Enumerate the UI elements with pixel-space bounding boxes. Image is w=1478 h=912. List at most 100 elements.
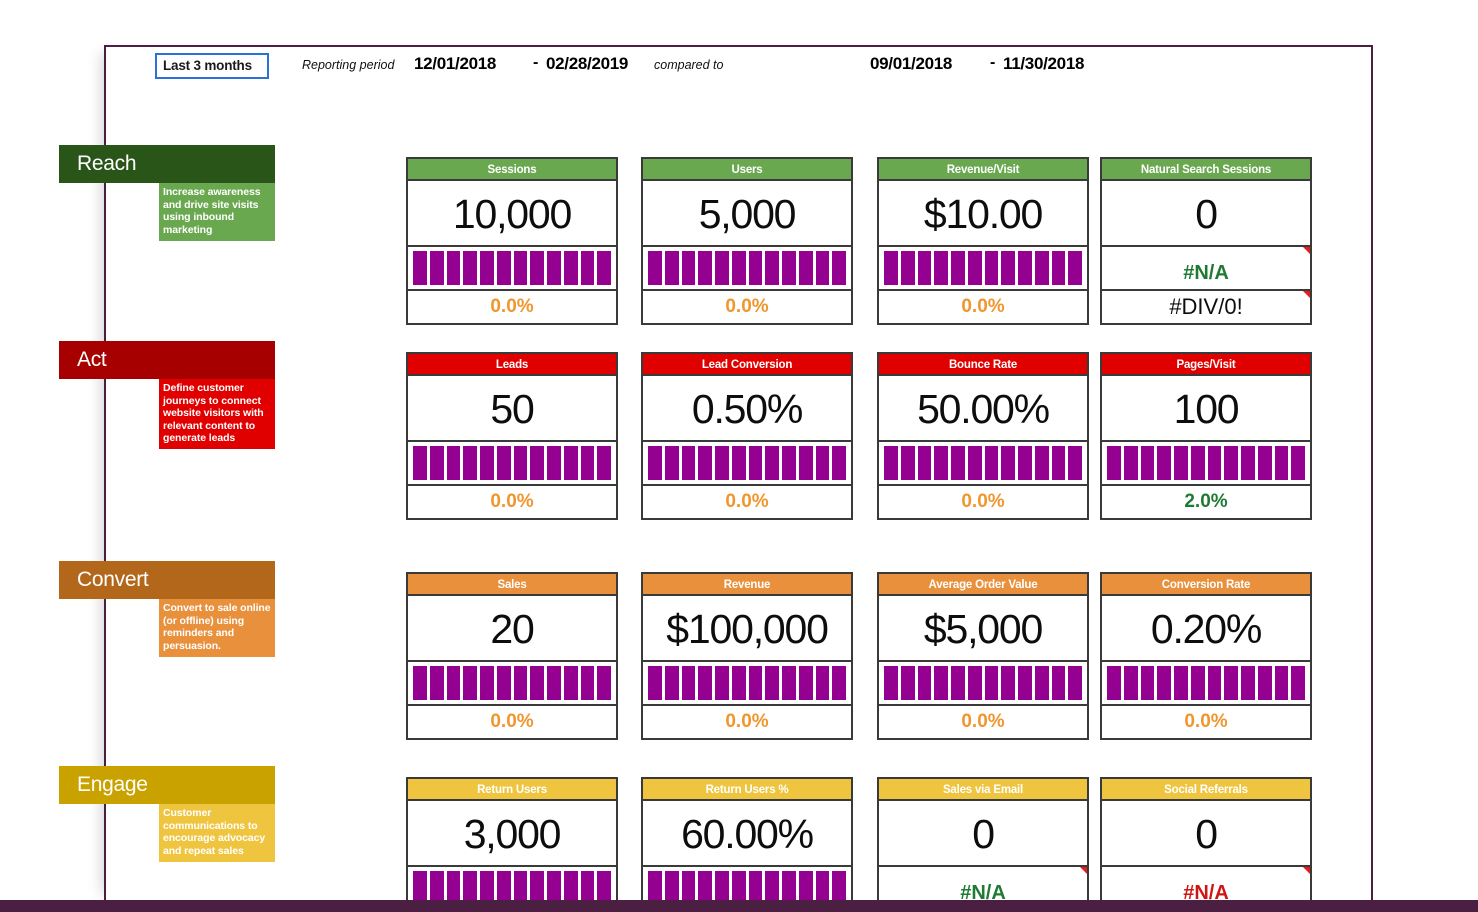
kpi-card-value: $5,000	[879, 596, 1087, 662]
sparkline-bar	[1123, 446, 1138, 480]
sparkline-bar	[934, 666, 948, 700]
kpi-card-value: $100,000	[643, 596, 851, 662]
sparkline-bar	[951, 666, 965, 700]
sparkline-bar	[1174, 446, 1188, 480]
section-title-engage: Engage	[59, 766, 275, 804]
kpi-card-title: Social Referrals	[1102, 779, 1310, 801]
sparkline-bar	[463, 251, 477, 285]
sparkline-bar	[580, 666, 595, 700]
sparkline-bar	[1001, 666, 1015, 700]
kpi-card-value: 5,000	[643, 181, 851, 247]
sparkline-bar	[664, 666, 679, 700]
kpi-card[interactable]: Revenue $100,000 0.0%	[641, 572, 853, 740]
sparkline-bar	[513, 446, 528, 480]
sparkline-bar	[765, 666, 779, 700]
sparkline-bar	[446, 446, 461, 480]
sparkline-bar	[951, 446, 965, 480]
kpi-card[interactable]: Sales 20 0.0%	[406, 572, 618, 740]
kpi-sparkline	[643, 247, 851, 291]
kpi-card[interactable]: Average Order Value $5,000 0.0%	[877, 572, 1089, 740]
sparkline-bar	[530, 251, 544, 285]
kpi-sparkline	[879, 662, 1087, 706]
sparkline-bar	[547, 446, 561, 480]
kpi-card[interactable]: Bounce Rate 50.00% 0.0%	[877, 352, 1089, 520]
sparkline-bar	[496, 446, 511, 480]
sparkline-bar	[563, 251, 578, 285]
sparkline-bar	[1291, 666, 1305, 700]
kpi-card-title: Sessions	[408, 159, 616, 181]
sparkline-bar	[967, 446, 982, 480]
kpi-card-title: Revenue	[643, 574, 851, 596]
kpi-sparkline	[1102, 662, 1310, 706]
sparkline-bar	[832, 251, 846, 285]
kpi-card-title: Sales via Email	[879, 779, 1087, 801]
sparkline-bar	[782, 446, 796, 480]
kpi-card[interactable]: Lead Conversion 0.50% 0.0%	[641, 352, 853, 520]
sparkline-bar	[815, 446, 830, 480]
kpi-card-value: 10,000	[408, 181, 616, 247]
kpi-card[interactable]: Users 5,000 0.0%	[641, 157, 853, 325]
sparkline-bar	[530, 666, 544, 700]
kpi-card-title: Lead Conversion	[643, 354, 851, 376]
kpi-card-value: 0	[1102, 181, 1310, 247]
kpi-change-value: 0.0%	[490, 491, 534, 512]
kpi-card[interactable]: Pages/Visit 100 2.0%	[1100, 352, 1312, 520]
sparkline-bar	[648, 666, 662, 700]
error-marker-icon	[1303, 247, 1310, 254]
sparkline-bar	[429, 446, 444, 480]
kpi-card[interactable]: Sessions 10,000 0.0%	[406, 157, 618, 325]
kpi-card[interactable]: Return Users 3,000	[406, 777, 618, 912]
kpi-card[interactable]: Return Users % 60.00%	[641, 777, 853, 912]
sparkline-bar	[917, 446, 932, 480]
kpi-card-title: Leads	[408, 354, 616, 376]
sparkline-bar	[1224, 666, 1238, 700]
sparkline-bar	[1257, 666, 1272, 700]
sparkline-bar	[580, 446, 595, 480]
sparkline-bar	[1051, 446, 1066, 480]
sparkline-bar	[815, 666, 830, 700]
sparkline-bar	[748, 666, 763, 700]
sparkline-bar	[664, 251, 679, 285]
sparkline-bar	[1001, 251, 1015, 285]
kpi-card[interactable]: Sales via Email 0 #N/A	[877, 777, 1089, 912]
sparkline-bar	[413, 251, 427, 285]
kpi-card[interactable]: Revenue/Visit $10.00 0.0%	[877, 157, 1089, 325]
kpi-change-value: 0.0%	[490, 296, 534, 317]
sparkline-bar	[715, 251, 729, 285]
kpi-card-value: 20	[408, 596, 616, 662]
sparkline-bar	[446, 251, 461, 285]
kpi-card-value: 0	[1102, 801, 1310, 867]
compared-to-label: compared to	[654, 58, 724, 72]
sparkline-bar	[429, 251, 444, 285]
kpi-card[interactable]: Conversion Rate 0.20% 0.0%	[1100, 572, 1312, 740]
sparkline-bar	[1034, 251, 1049, 285]
reporting-period-label: Reporting period	[302, 58, 395, 72]
kpi-card-value: 0.50%	[643, 376, 851, 442]
date-range-select[interactable]: Last 3 months	[155, 53, 269, 79]
sparkline-bar	[597, 666, 611, 700]
kpi-sparkline	[408, 247, 616, 291]
sparkline-bar	[900, 666, 915, 700]
kpi-card-title: Return Users %	[643, 779, 851, 801]
kpi-card[interactable]: Social Referrals 0 #N/A	[1100, 777, 1312, 912]
kpi-sparkline	[879, 442, 1087, 486]
reporting-period-bar: Last 3 months Reporting period 12/01/201…	[0, 53, 1478, 87]
kpi-card[interactable]: Natural Search Sessions 0 #N/A #DIV/0!	[1100, 157, 1312, 325]
sparkline-bar	[1190, 666, 1205, 700]
kpi-card-value: 0	[879, 801, 1087, 867]
sparkline-bar	[884, 446, 898, 480]
sparkline-bar	[967, 251, 982, 285]
section-description-reach: Increase awareness and drive site visits…	[159, 183, 275, 241]
section-convert: Convert Convert to sale online (or offlin…	[59, 561, 275, 657]
kpi-card-title: Users	[643, 159, 851, 181]
kpi-card[interactable]: Leads 50 0.0%	[406, 352, 618, 520]
sparkline-bar	[715, 666, 729, 700]
section-title-convert: Convert	[59, 561, 275, 599]
sparkline-bar	[413, 446, 427, 480]
sparkline-bar	[463, 666, 477, 700]
section-title-reach: Reach	[59, 145, 275, 183]
sparkline-bar	[1068, 251, 1082, 285]
compare-period-end: 11/30/2018	[1003, 54, 1085, 73]
kpi-card-value: 60.00%	[643, 801, 851, 867]
sparkline-bar	[782, 251, 796, 285]
